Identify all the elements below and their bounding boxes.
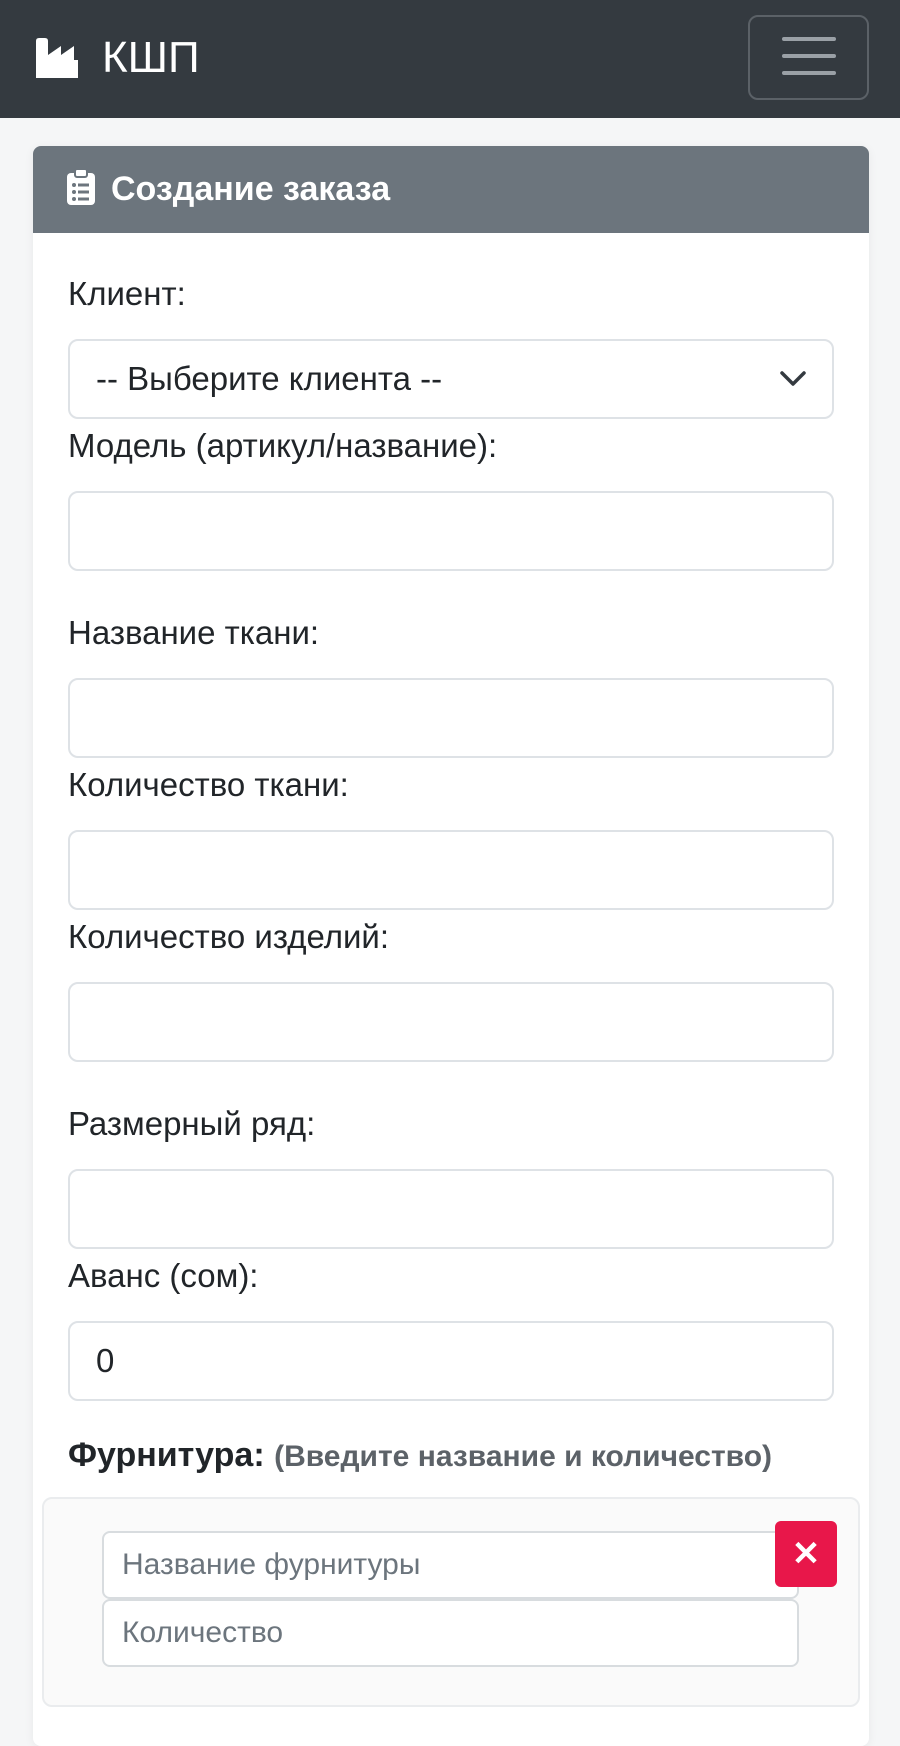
card-header: Создание заказа — [33, 146, 869, 233]
client-select-value: -- Выберите клиента -- — [96, 360, 443, 397]
furniture-name-input[interactable] — [102, 1531, 799, 1599]
size-range-input[interactable] — [68, 1169, 834, 1249]
furniture-hint: (Введите название и количество) — [274, 1440, 773, 1473]
furniture-title: Фурнитура: — [68, 1436, 265, 1474]
fabric-qty-label: Количество ткани: — [68, 766, 349, 803]
size-range-label: Размерный ряд: — [68, 1105, 316, 1142]
fabric-name-label: Название ткани: — [68, 614, 320, 651]
brand-link[interactable]: КШП — [34, 30, 200, 86]
model-input[interactable] — [68, 491, 834, 571]
navbar-toggle-button[interactable] — [748, 15, 869, 100]
remove-furniture-button[interactable]: ✕ — [775, 1521, 837, 1587]
client-label: Клиент: — [68, 275, 186, 312]
model-label: Модель (артикул/название): — [68, 427, 498, 464]
card-title: Создание заказа — [111, 170, 391, 208]
chevron-down-icon — [780, 371, 806, 387]
advance-input[interactable] — [68, 1321, 834, 1401]
industry-icon — [34, 38, 80, 78]
furniture-qty-input[interactable] — [102, 1599, 799, 1667]
clipboard-list-icon — [67, 168, 95, 210]
furniture-heading: Фурнитура: (Введите название и количеств… — [68, 1436, 772, 1475]
items-qty-label: Количество изделий: — [68, 918, 390, 955]
top-navbar: КШП — [0, 0, 900, 118]
items-qty-input[interactable] — [68, 982, 834, 1062]
brand-text: КШП — [102, 33, 200, 82]
advance-label: Аванс (сом): — [68, 1257, 259, 1294]
fabric-qty-input[interactable] — [68, 830, 834, 910]
close-icon: ✕ — [791, 1535, 821, 1573]
client-select[interactable]: -- Выберите клиента -- — [68, 339, 834, 419]
fabric-name-input[interactable] — [68, 678, 834, 758]
hamburger-menu-icon — [781, 35, 836, 80]
